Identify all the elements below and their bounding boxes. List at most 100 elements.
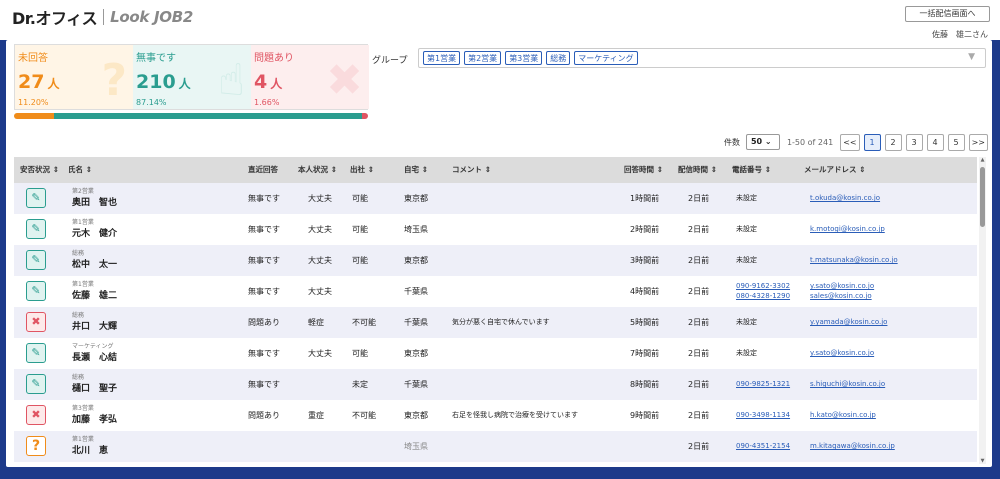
- table-row[interactable]: ✎ 第2営業 奥田 智也 無事です 大丈夫 可能 東京都 1時間前 2日前 未設定 t.okuda@…: [14, 183, 977, 214]
- row-home: 東京都: [404, 194, 428, 203]
- page-button[interactable]: 4: [926, 133, 944, 151]
- row-answer-time: 8時間前: [630, 380, 660, 389]
- row-email[interactable]: h.kato@kosin.co.jp: [810, 400, 876, 431]
- col-answer-time[interactable]: 回答時間 ⇕: [624, 157, 663, 183]
- stats-summary: ? 未回答 27 人 11.20% ☝ 無事です 210 人 87.14% ✖ 問題…: [14, 44, 369, 110]
- safe-status-icon: ✎: [26, 219, 46, 239]
- row-email[interactable]: y.sato@kosin.co.jo: [810, 338, 874, 369]
- col-recent: 直近回答: [248, 165, 278, 174]
- col-condition[interactable]: 本人状況 ⇕: [298, 157, 337, 183]
- col-name[interactable]: 氏名 ⇕: [68, 157, 92, 183]
- table-scrollbar[interactable]: ▲ ▼: [979, 157, 986, 464]
- group-tag[interactable]: 第1営業: [423, 51, 461, 65]
- table-row[interactable]: ✎ マーケティング 長瀬 心結 無事です 大丈夫 可能 東京都 7時間前 2日前 未設定 y.sat…: [14, 338, 977, 369]
- row-name: 加藤 孝弘: [72, 415, 118, 425]
- row-phone: 未設定: [736, 194, 757, 202]
- last-page-button[interactable]: >>: [968, 133, 988, 151]
- row-email[interactable]: s.higuchi@kosin.co.jo: [810, 369, 885, 400]
- unanswered-status-icon: ?: [26, 436, 46, 456]
- row-phone: 未設定: [736, 349, 757, 357]
- row-condition: 重症: [308, 411, 324, 420]
- scroll-thumb[interactable]: [980, 167, 985, 227]
- group-tags: 第1営業 第2営業 第3営業 総務 マーケティング: [423, 51, 638, 65]
- main-panel: ? 未回答 27 人 11.20% ☝ 無事です 210 人 87.14% ✖ 問題…: [6, 40, 992, 467]
- row-home: 埼玉県: [404, 225, 428, 234]
- chevron-down-icon: ⌄: [764, 137, 772, 146]
- row-phone: 未設定: [736, 256, 757, 264]
- row-group: 第2営業: [72, 188, 94, 195]
- thumbs-up-icon: ☝: [218, 55, 245, 106]
- col-status[interactable]: 安否状況 ⇕: [20, 157, 59, 183]
- row-condition: 大丈夫: [308, 349, 332, 358]
- row-name: 北川 恵: [72, 446, 109, 456]
- col-email[interactable]: メールアドレス ⇕: [804, 157, 865, 183]
- progress-unanswered: [14, 113, 54, 119]
- row-name: 元木 健介: [72, 229, 118, 239]
- table-row[interactable]: ✖ 第3営業 加藤 孝弘 問題あり 重症 不可能 東京都 右足を怪我し病院で治療を受けています…: [14, 400, 977, 431]
- row-phone[interactable]: 090-9162-3302 080-4328-1290: [736, 276, 790, 307]
- col-attendance[interactable]: 出社 ⇕: [350, 157, 374, 183]
- row-phone[interactable]: 090-3498-1134: [736, 400, 790, 431]
- row-sent-time: 2日前: [688, 256, 710, 265]
- stat-unanswered[interactable]: ? 未回答 27 人 11.20%: [15, 45, 133, 109]
- row-comment: 右足を怪我し病院で治療を受けています: [452, 411, 578, 419]
- table-row[interactable]: ✎ 第1営業 佐藤 雄二 無事です 大丈夫 千葉県 4時間前 2日前 090-9162-3302…: [14, 276, 977, 307]
- row-condition: 軽症: [308, 318, 324, 327]
- row-home: 千葉県: [404, 318, 428, 327]
- page-button[interactable]: 2: [884, 133, 902, 151]
- page-button[interactable]: 5: [947, 133, 965, 151]
- row-attendance: 可能: [352, 256, 368, 265]
- row-phone: 未設定: [736, 225, 757, 233]
- first-page-button[interactable]: <<: [840, 133, 860, 151]
- stat-trouble[interactable]: ✖ 問題あり 4人 1.66%: [251, 45, 369, 109]
- scroll-down-icon[interactable]: ▼: [979, 458, 986, 464]
- page-button[interactable]: 1: [863, 133, 881, 151]
- trouble-status-icon: ✖: [26, 312, 46, 332]
- safety-table: 安否状況 ⇕ 氏名 ⇕ 直近回答 本人状況 ⇕ 出社 ⇕ 自宅 ⇕ コメント ⇕…: [14, 157, 977, 464]
- row-email[interactable]: y.sato@kosin.co.jo sales@kosin.co.jo: [810, 276, 874, 307]
- row-sent-time: 2日前: [688, 287, 710, 296]
- row-answer-time: 2時間前: [630, 225, 660, 234]
- col-phone[interactable]: 電話番号 ⇕: [732, 157, 771, 183]
- col-home[interactable]: 自宅 ⇕: [404, 157, 428, 183]
- col-comment[interactable]: コメント ⇕: [452, 157, 491, 183]
- table-row[interactable]: ✖ 総務 井口 大輝 問題あり 軽症 不可能 千葉県 気分が悪く自宅で休んでいます 5時間前 2日…: [14, 307, 977, 338]
- table-row[interactable]: ? 第1営業 北川 恵 埼玉県 2日前 090-4351-2154 m.kitagawa@k…: [14, 431, 977, 462]
- row-condition: 大丈夫: [308, 256, 332, 265]
- group-tag[interactable]: 第2営業: [464, 51, 502, 65]
- row-email[interactable]: y.yamada@kosin.co.jo: [810, 307, 887, 338]
- group-select[interactable]: 第1営業 第2営業 第3営業 総務 マーケティング ▼: [418, 48, 986, 68]
- page-button[interactable]: 3: [905, 133, 923, 151]
- stat-label: 未回答: [18, 53, 48, 64]
- stat-label: 問題あり: [254, 53, 294, 64]
- group-tag[interactable]: マーケティング: [574, 51, 638, 65]
- bulk-send-button[interactable]: 一括配信画面へ: [905, 6, 990, 22]
- group-tag[interactable]: 総務: [546, 51, 571, 65]
- group-tag[interactable]: 第3営業: [505, 51, 543, 65]
- table-header: 安否状況 ⇕ 氏名 ⇕ 直近回答 本人状況 ⇕ 出社 ⇕ 自宅 ⇕ コメント ⇕…: [14, 157, 977, 183]
- row-answer-time: 3時間前: [630, 256, 660, 265]
- table-row[interactable]: ✎ 第1営業 元木 健介 無事です 大丈夫 可能 埼玉県 2時間前 2日前 未設定 k.motogi…: [14, 214, 977, 245]
- row-email[interactable]: t.matsunaka@kosin.co.jo: [810, 245, 898, 276]
- row-sent-time: 2日前: [688, 349, 710, 358]
- row-attendance: 可能: [352, 194, 368, 203]
- chevron-down-icon[interactable]: ▼: [968, 52, 975, 62]
- per-page-select[interactable]: 50 ⌄: [745, 134, 780, 150]
- row-phone[interactable]: 090-4351-2154: [736, 431, 790, 462]
- scroll-up-icon[interactable]: ▲: [979, 157, 986, 163]
- table-row[interactable]: ✎ 総務 樋口 聖子 無事です 未定 千葉県 8時間前 2日前 090-9825-1321 s.h…: [14, 369, 977, 400]
- table-row[interactable]: ✎ 総務 松中 太一 無事です 大丈夫 可能 東京都 3時間前 2日前 未設定 t.matsunak…: [14, 245, 977, 276]
- safe-status-icon: ✎: [26, 343, 46, 363]
- col-sent-time[interactable]: 配信時間 ⇕: [678, 157, 717, 183]
- stat-safe[interactable]: ☝ 無事です 210 人 87.14%: [133, 45, 251, 109]
- row-group: 総務: [72, 312, 85, 319]
- row-recent: 無事です: [248, 380, 280, 389]
- stat-count: 210 人: [136, 71, 191, 93]
- row-email[interactable]: m.kitagawa@kosin.co.jp: [810, 431, 895, 462]
- row-phone[interactable]: 090-9825-1321: [736, 369, 790, 400]
- row-email[interactable]: t.okuda@kosin.co.jo: [810, 183, 880, 214]
- row-recent: 無事です: [248, 225, 280, 234]
- row-email[interactable]: k.motogi@kosin.co.jp: [810, 214, 885, 245]
- stat-percent: 87.14%: [136, 98, 167, 107]
- row-name: 長瀬 心結: [72, 353, 118, 363]
